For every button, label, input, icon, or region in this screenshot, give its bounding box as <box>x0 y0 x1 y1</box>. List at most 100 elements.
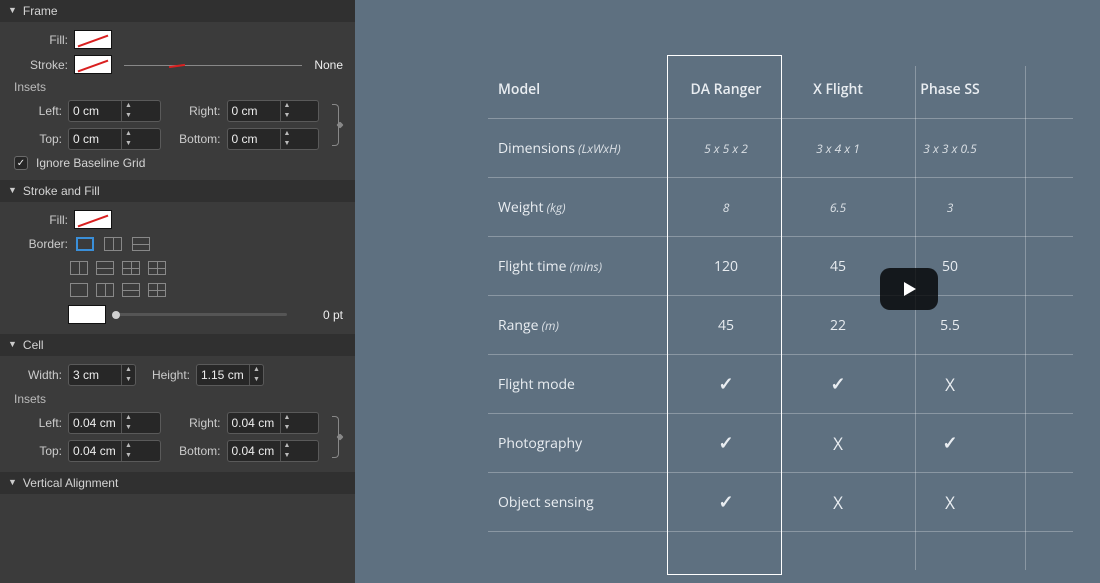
border-row2-d-icon[interactable] <box>146 281 168 299</box>
section-vertical-alignment: ▼ Vertical Alignment <box>0 472 355 494</box>
frame-inset-right-label: Right: <box>167 104 221 118</box>
x-icon: X <box>945 491 955 514</box>
fill-label: Fill: <box>14 33 68 47</box>
cell: ✓ <box>670 372 782 396</box>
cell: X <box>894 491 1006 514</box>
fill-swatch[interactable] <box>74 30 112 49</box>
disclosure-triangle-icon: ▼ <box>8 339 17 349</box>
cell: 45 <box>670 316 782 335</box>
section-header-stroke-fill[interactable]: ▼ Stroke and Fill <box>0 180 355 202</box>
check-icon: ✓ <box>942 431 957 455</box>
link-insets-icon[interactable] <box>325 414 339 460</box>
disclosure-triangle-icon: ▼ <box>8 5 17 15</box>
disclosure-triangle-icon: ▼ <box>8 477 17 487</box>
cell: 8 <box>670 198 782 217</box>
border-row1-c-icon[interactable] <box>120 259 142 277</box>
border-horz-icon[interactable] <box>130 235 152 253</box>
section-frame: ▼ Frame Fill: Stroke: None Insets Left: … <box>0 0 355 180</box>
border-row1-d-icon[interactable] <box>146 259 168 277</box>
drone-comparison-table[interactable]: Model DA Ranger X Flight Phase SS Dimens… <box>488 60 1073 532</box>
section-header-vertical-alignment[interactable]: ▼ Vertical Alignment <box>0 472 355 494</box>
cell: X <box>782 432 894 455</box>
cell: X <box>782 491 894 514</box>
cell-inset-right-label: Right: <box>167 416 221 430</box>
border-row1-a-icon[interactable] <box>68 259 90 277</box>
x-icon: X <box>833 491 843 514</box>
cell-inset-left-label: Left: <box>14 416 62 430</box>
document-canvas: Model DA Ranger X Flight Phase SS Dimens… <box>355 0 1100 583</box>
frame-inset-top-input[interactable]: ▲▼ <box>68 128 161 150</box>
frame-inset-bottom-label: Bottom: <box>167 132 221 146</box>
cell: 3 x 3 x 0.5 <box>894 139 1006 158</box>
border-vert-icon[interactable] <box>102 235 124 253</box>
section-title: Vertical Alignment <box>23 476 118 490</box>
play-icon <box>899 279 919 299</box>
ignore-baseline-checkbox[interactable]: ✓ Ignore Baseline Grid <box>14 156 343 170</box>
table-row: Dimensions (LxWxH)5 x 5 x 23 x 4 x 13 x … <box>488 119 1073 178</box>
cell-inset-bottom-input[interactable]: ▲▼ <box>227 440 320 462</box>
cell: 120 <box>670 257 782 276</box>
stroke-swatch[interactable] <box>74 55 112 74</box>
stroke-style-preview[interactable] <box>124 64 302 66</box>
section-stroke-fill: ▼ Stroke and Fill Fill: Border: <box>0 180 355 334</box>
stroke-weight-slider[interactable] <box>114 313 287 316</box>
cell: 3 <box>894 198 1006 217</box>
section-header-frame[interactable]: ▼ Frame <box>0 0 355 22</box>
table-row: Range (m)45225.5 <box>488 296 1073 355</box>
header-da-ranger: DA Ranger <box>670 80 782 99</box>
table-row: Weight (kg)86.53 <box>488 178 1073 237</box>
header-phase-ss: Phase SS <box>894 80 1006 99</box>
video-play-button[interactable] <box>880 268 938 310</box>
frame-inset-left-input[interactable]: ▲▼ <box>68 100 161 122</box>
cell: 5 x 5 x 2 <box>670 139 782 158</box>
frame-inset-right-input[interactable]: ▲▼ <box>227 100 320 122</box>
sf-border-label: Border: <box>14 237 68 251</box>
cell-inset-top-input[interactable]: ▲▼ <box>68 440 161 462</box>
cell-inset-right-input[interactable]: ▲▼ <box>227 412 320 434</box>
section-title: Stroke and Fill <box>23 184 100 198</box>
cell: 6.5 <box>782 198 894 217</box>
cell: ✓ <box>670 431 782 455</box>
sf-fill-swatch[interactable] <box>74 210 112 229</box>
cell: ✓ <box>894 431 1006 455</box>
cell-height-label: Height: <box>142 368 190 382</box>
check-icon: ✓ <box>718 431 733 455</box>
cell: ✓ <box>670 490 782 514</box>
checkbox-icon: ✓ <box>14 156 28 170</box>
table-row: Flight time (mins)1204550 <box>488 237 1073 296</box>
section-header-cell[interactable]: ▼ Cell <box>0 334 355 356</box>
check-icon: ✓ <box>718 490 733 514</box>
inspector-panel: ▼ Frame Fill: Stroke: None Insets Left: … <box>0 0 355 583</box>
sf-fill-label: Fill: <box>14 213 68 227</box>
stroke-style-value: None <box>314 58 343 72</box>
border-row2-c-icon[interactable] <box>120 281 142 299</box>
header-x-flight: X Flight <box>782 80 894 99</box>
stroke-label: Stroke: <box>14 58 68 72</box>
disclosure-triangle-icon: ▼ <box>8 185 17 195</box>
cell-insets-label: Insets <box>14 392 343 406</box>
table-header-row: Model DA Ranger X Flight Phase SS <box>488 60 1073 119</box>
cell: 45 <box>782 257 894 276</box>
cell: 22 <box>782 316 894 335</box>
section-title: Cell <box>23 338 44 352</box>
stroke-color-swatch[interactable] <box>68 305 106 324</box>
cell-inset-bottom-label: Bottom: <box>167 444 221 458</box>
frame-insets-label: Insets <box>14 80 343 94</box>
ignore-baseline-label: Ignore Baseline Grid <box>36 156 145 170</box>
border-row1-b-icon[interactable] <box>94 259 116 277</box>
row-label: Weight (kg) <box>488 198 670 217</box>
cell-width-input[interactable]: ▲▼ <box>68 364 136 386</box>
cell: X <box>894 373 1006 396</box>
frame-inset-bottom-input[interactable]: ▲▼ <box>227 128 320 150</box>
cell-inset-left-input[interactable]: ▲▼ <box>68 412 161 434</box>
border-row2-a-icon[interactable] <box>68 281 90 299</box>
cell: 3 x 4 x 1 <box>782 139 894 158</box>
row-label: Photography <box>488 434 670 453</box>
header-model: Model <box>488 80 670 99</box>
cell-height-input[interactable]: ▲▼ <box>196 364 264 386</box>
border-outer-icon[interactable] <box>74 235 96 253</box>
row-label: Dimensions (LxWxH) <box>488 139 670 158</box>
link-insets-icon[interactable] <box>325 102 339 148</box>
border-row2-b-icon[interactable] <box>94 281 116 299</box>
section-title: Frame <box>23 4 58 18</box>
